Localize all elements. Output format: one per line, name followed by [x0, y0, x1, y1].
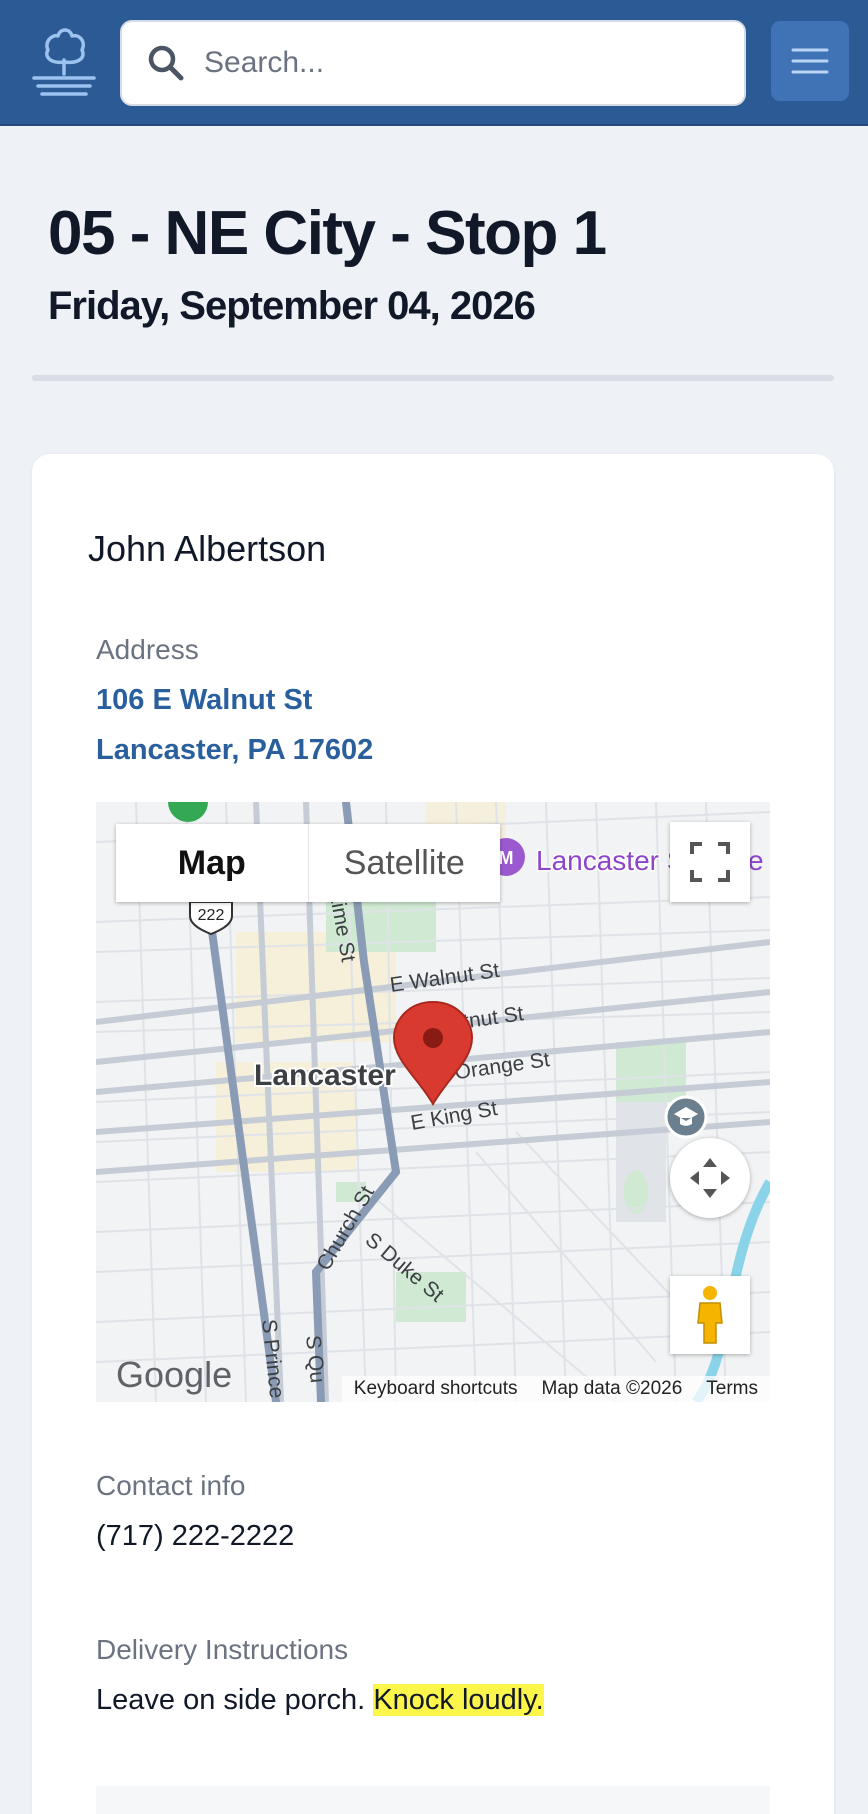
page-date: Friday, September 04, 2026 [48, 284, 536, 328]
instructions-main: Leave on side porch. [96, 1684, 374, 1716]
school-poi-icon[interactable] [664, 1095, 708, 1139]
pegman-icon [697, 1286, 723, 1344]
customer-name: John Albertson [88, 528, 327, 569]
poi-label-suffix: e [748, 845, 764, 876]
street-label: E Walnut St [388, 959, 500, 997]
svg-text:M: M [499, 848, 514, 868]
street-view-pegman-button[interactable] [670, 1276, 750, 1354]
map-data-attribution: Map data ©2026 [541, 1378, 683, 1399]
instructions-text: Leave on side porch. Knock loudly. [96, 1684, 544, 1717]
poi-label: Lancaster S [536, 845, 685, 876]
route-shield-label: 222 [198, 907, 225, 924]
map-footer: Keyboard shortcuts Map data ©2026 Terms [341, 1376, 770, 1402]
search-input[interactable] [204, 46, 704, 80]
fullscreen-button[interactable] [670, 822, 750, 902]
search-icon [148, 45, 184, 81]
page-title: 05 - NE City - Stop 1 [48, 199, 607, 268]
top-bar [0, 0, 868, 126]
menu-button[interactable] [770, 20, 850, 102]
contact-label: Contact info [96, 1470, 246, 1501]
divider [32, 375, 834, 381]
map-view[interactable]: 222 E Walnut St E Chestnut St E Orange S… [96, 802, 770, 1402]
map-type-toggle: Map Satellite [116, 824, 500, 902]
hamburger-icon [791, 48, 829, 74]
street-label: S Qu [301, 1334, 329, 1384]
park-poi-icon[interactable] [168, 802, 208, 822]
next-section-strip [96, 1786, 770, 1814]
camera-control-icon [690, 1158, 730, 1198]
camera-control-button[interactable] [670, 1138, 750, 1218]
street-label: S Prince [257, 1318, 288, 1399]
tree-logo-icon[interactable] [30, 26, 98, 100]
phone-number[interactable]: (717) 222-2222 [96, 1520, 294, 1553]
search-box[interactable] [120, 20, 746, 106]
address-line2-link[interactable]: Lancaster, PA 17602 [96, 734, 373, 767]
keyboard-shortcuts-link[interactable]: Keyboard shortcuts [354, 1378, 518, 1400]
address-line1-link[interactable]: 106 E Walnut St [96, 684, 312, 717]
fullscreen-icon [690, 842, 730, 882]
map-type-satellite-button[interactable]: Satellite [309, 824, 501, 902]
google-logo: Google [116, 1354, 233, 1395]
terms-link[interactable]: Terms [706, 1378, 758, 1400]
instructions-highlight: Knock loudly. [373, 1684, 544, 1716]
address-label: Address [96, 634, 199, 665]
city-label: Lancaster [254, 1059, 396, 1092]
map-type-map-button[interactable]: Map [116, 824, 309, 902]
instructions-label: Delivery Instructions [96, 1634, 349, 1665]
route-shield: 222 [189, 901, 233, 936]
